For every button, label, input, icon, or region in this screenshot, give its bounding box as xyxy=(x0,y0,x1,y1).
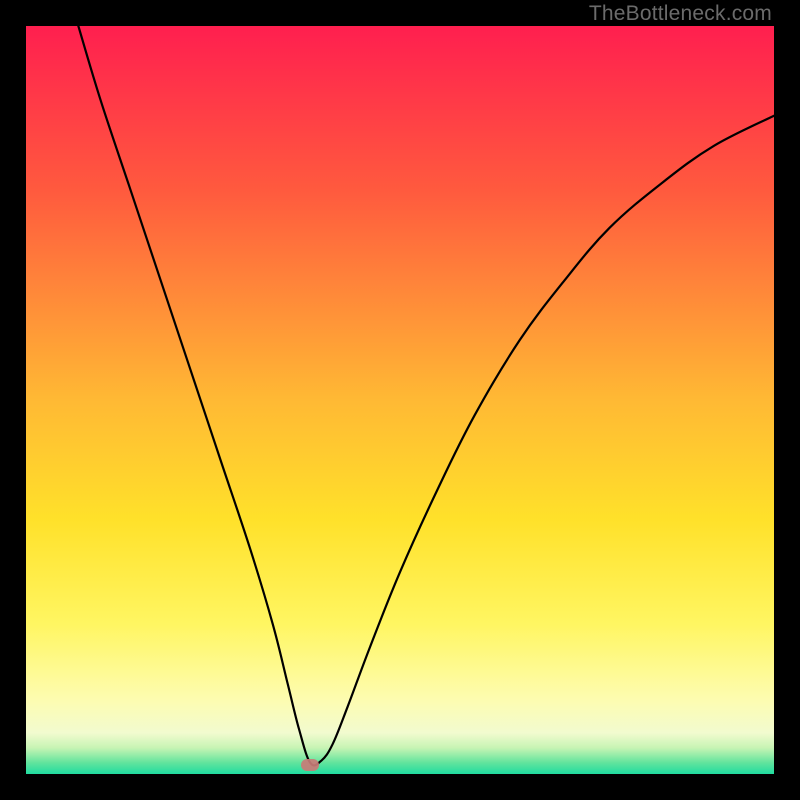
plot-area xyxy=(26,26,774,774)
chart-frame: TheBottleneck.com xyxy=(0,0,800,800)
minimum-marker xyxy=(301,759,319,771)
watermark-text: TheBottleneck.com xyxy=(589,2,772,26)
bottleneck-curve xyxy=(26,26,774,774)
